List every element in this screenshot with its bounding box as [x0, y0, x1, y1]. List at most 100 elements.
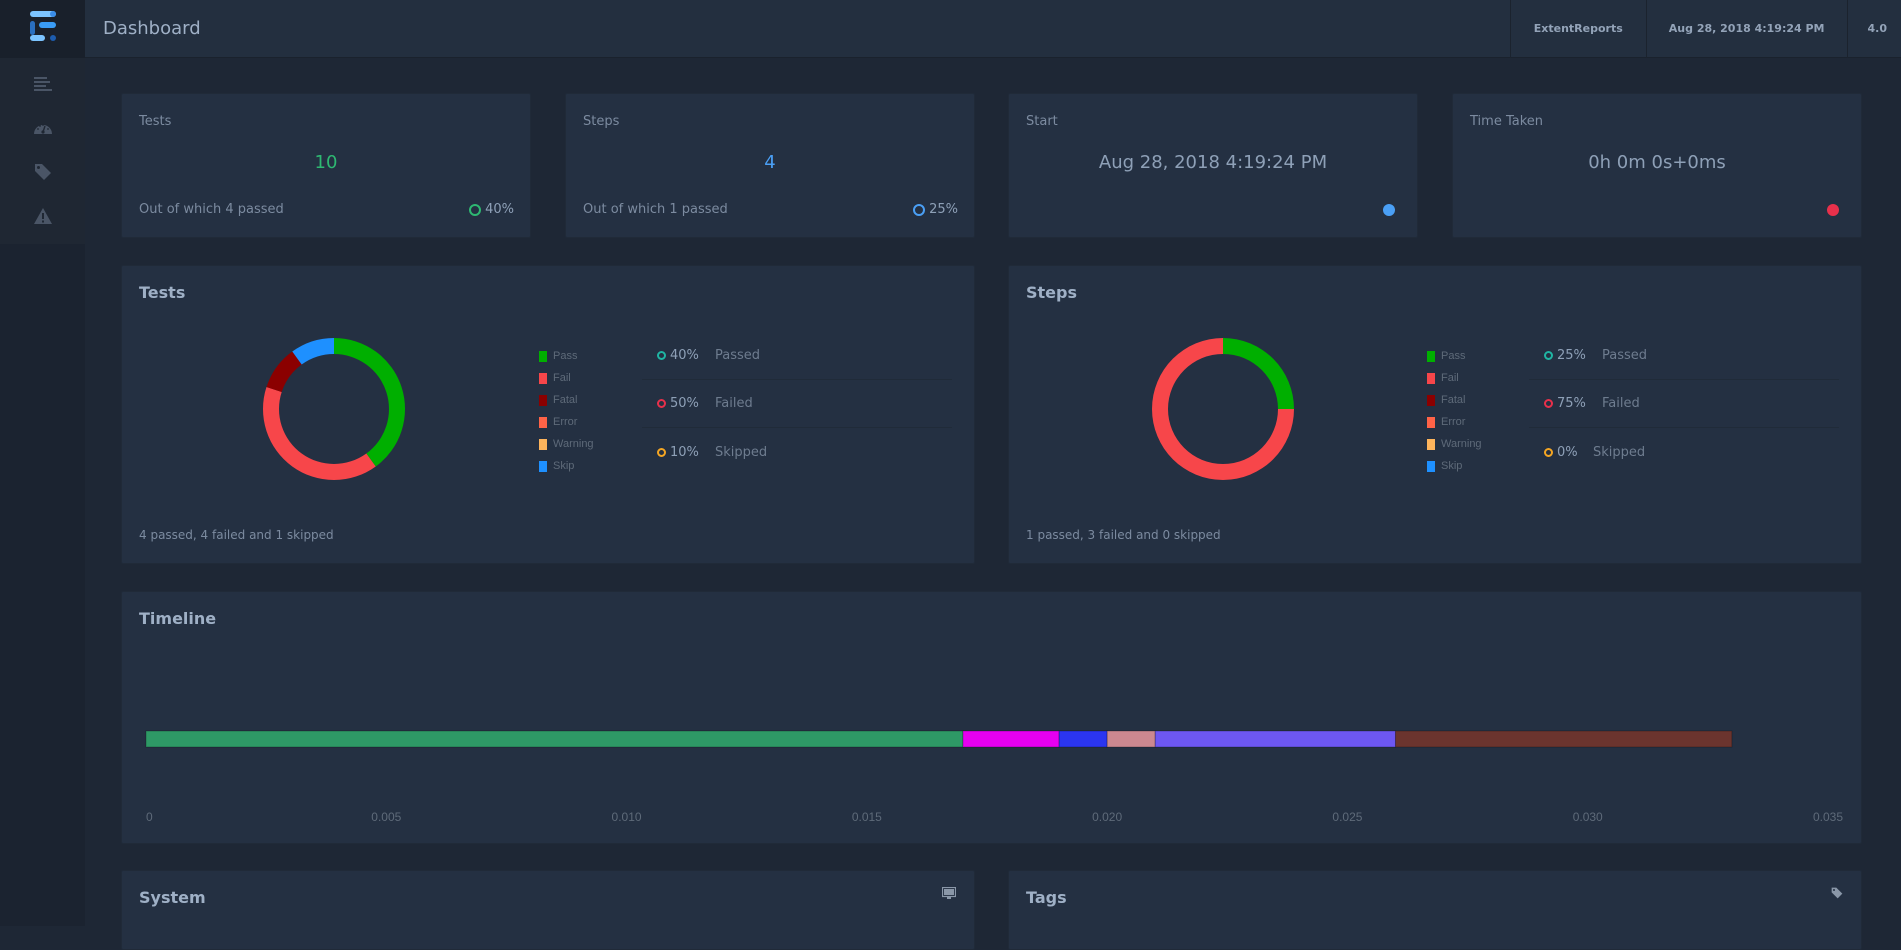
- summary-label: Failed: [715, 396, 753, 411]
- legend-label: Pass: [1441, 350, 1465, 362]
- steps-summary: 25%Passed 75%Failed 0%Skipped: [1529, 332, 1839, 476]
- legend-label: Error: [553, 416, 577, 428]
- summary-pct: 50%: [670, 396, 715, 411]
- summary-row-failed: 75%Failed: [1529, 380, 1839, 428]
- ring-icon: [1544, 399, 1553, 408]
- timeline-segment-6[interactable]: [1395, 731, 1731, 747]
- summary-label: Passed: [715, 348, 760, 363]
- stat-value: 10: [122, 152, 530, 173]
- legend-swatch: [1427, 439, 1435, 450]
- steps-legend: Pass Fail Fatal Error Warning Skip: [1427, 345, 1482, 477]
- legend-label: Fail: [553, 372, 571, 384]
- summary-row-failed: 50%Failed: [642, 380, 952, 428]
- timeline-panel: Timeline 00.0050.0100.0150.0200.0250.030…: [121, 591, 1862, 844]
- donut-slice-pass[interactable]: [1223, 338, 1294, 409]
- legend-swatch: [1427, 417, 1435, 428]
- x-tick-label: 0.035: [1813, 810, 1843, 824]
- timeline-segment-5[interactable]: [1155, 731, 1395, 747]
- legend-item[interactable]: Fatal: [539, 389, 594, 411]
- sidebar-item-category[interactable]: [0, 150, 85, 194]
- timeline-segment-1[interactable]: [146, 731, 963, 747]
- sidebar-item-exceptions[interactable]: [0, 194, 85, 238]
- legend-label: Pass: [553, 350, 577, 362]
- ring-icon: [1544, 351, 1553, 360]
- legend-item[interactable]: Pass: [539, 345, 594, 367]
- extent-logo-icon: [28, 9, 58, 49]
- panel-title: Tests: [139, 283, 185, 302]
- x-tick-label: 0.015: [852, 810, 882, 824]
- stat-card-time-taken: Time Taken 0h 0m 0s+0ms: [1452, 93, 1862, 238]
- legend-label: Skip: [1441, 460, 1462, 472]
- ring-icon: [657, 399, 666, 408]
- legend-swatch: [1427, 351, 1435, 362]
- timeline-bars: [146, 731, 1732, 747]
- tag-icon: [1831, 887, 1843, 899]
- legend-item[interactable]: Pass: [1427, 345, 1482, 367]
- steps-donut-chart: [1150, 336, 1296, 482]
- legend-swatch: [539, 395, 547, 406]
- header-timestamp: Aug 28, 2018 4:19:24 PM: [1646, 0, 1847, 58]
- legend-label: Fatal: [553, 394, 577, 406]
- tests-chart-panel: Tests Pass Fail Fatal Error Warning Skip…: [121, 265, 975, 564]
- list-icon: [34, 77, 52, 91]
- x-tick-label: 0.010: [612, 810, 642, 824]
- legend-item[interactable]: Error: [1427, 411, 1482, 433]
- timeline-chart: 00.0050.0100.0150.0200.0250.0300.035: [122, 592, 1863, 845]
- legend-swatch: [1427, 373, 1435, 384]
- legend-swatch: [539, 373, 547, 384]
- summary-label: Skipped: [1593, 445, 1645, 460]
- legend-item[interactable]: Skip: [1427, 455, 1482, 477]
- tests-legend: Pass Fail Fatal Error Warning Skip: [539, 345, 594, 477]
- legend-item[interactable]: Fail: [539, 367, 594, 389]
- status-dot: [1383, 204, 1395, 216]
- timeline-segment-4[interactable]: [1107, 731, 1155, 747]
- stat-value: 4: [566, 152, 974, 173]
- system-panel: System: [121, 870, 975, 950]
- summary-row-passed: 25%Passed: [1529, 332, 1839, 380]
- page-title: Dashboard: [85, 18, 1510, 39]
- stat-pct-value: 40%: [485, 202, 514, 217]
- legend-swatch: [1427, 395, 1435, 406]
- legend-swatch: [1427, 461, 1435, 472]
- legend-swatch: [539, 417, 547, 428]
- legend-label: Fatal: [1441, 394, 1465, 406]
- stat-pct-value: 25%: [929, 202, 958, 217]
- panel-title: System: [139, 888, 206, 907]
- donut-slice-pass[interactable]: [334, 338, 405, 466]
- dashboard-gauge-icon: [33, 121, 53, 135]
- summary-label: Failed: [1602, 396, 1640, 411]
- extent-logo[interactable]: [0, 0, 85, 58]
- tests-donut-chart: [261, 336, 407, 482]
- legend-swatch: [539, 439, 547, 450]
- stat-label: Tests: [139, 114, 171, 129]
- top-header: Dashboard ExtentReports Aug 28, 2018 4:1…: [85, 0, 1901, 58]
- timeline-segment-2[interactable]: [963, 731, 1059, 747]
- sidebar-item-test-view[interactable]: [0, 62, 85, 106]
- legend-swatch: [539, 461, 547, 472]
- summary-pct: 10%: [670, 445, 715, 460]
- stat-label: Steps: [583, 114, 619, 129]
- ring-icon: [1544, 448, 1553, 457]
- summary-row-skipped: 0%Skipped: [1529, 428, 1839, 476]
- stat-card-steps: Steps 4 Out of which 1 passed 25%: [565, 93, 975, 238]
- legend-label: Warning: [1441, 438, 1482, 450]
- header-version: 4.0: [1847, 0, 1901, 58]
- legend-item[interactable]: Warning: [539, 433, 594, 455]
- stat-value: 0h 0m 0s+0ms: [1453, 152, 1861, 173]
- donut-slice-fatal[interactable]: [266, 352, 301, 392]
- legend-item[interactable]: Fatal: [1427, 389, 1482, 411]
- tags-panel: Tags: [1008, 870, 1862, 950]
- legend-item[interactable]: Error: [539, 411, 594, 433]
- legend-item[interactable]: Fail: [1427, 367, 1482, 389]
- tag-icon: [34, 163, 52, 181]
- timeline-segment-3[interactable]: [1059, 731, 1107, 747]
- sidebar-item-dashboard[interactable]: [0, 106, 85, 150]
- tests-footnote: 4 passed, 4 failed and 1 skipped: [139, 528, 334, 542]
- ring-icon: [469, 204, 481, 216]
- donut-slice-fail[interactable]: [263, 387, 376, 480]
- stat-sub: Out of which 1 passed: [583, 202, 728, 217]
- legend-label: Error: [1441, 416, 1465, 428]
- legend-item[interactable]: Warning: [1427, 433, 1482, 455]
- steps-chart-panel: Steps Pass Fail Fatal Error Warning Skip…: [1008, 265, 1862, 564]
- legend-item[interactable]: Skip: [539, 455, 594, 477]
